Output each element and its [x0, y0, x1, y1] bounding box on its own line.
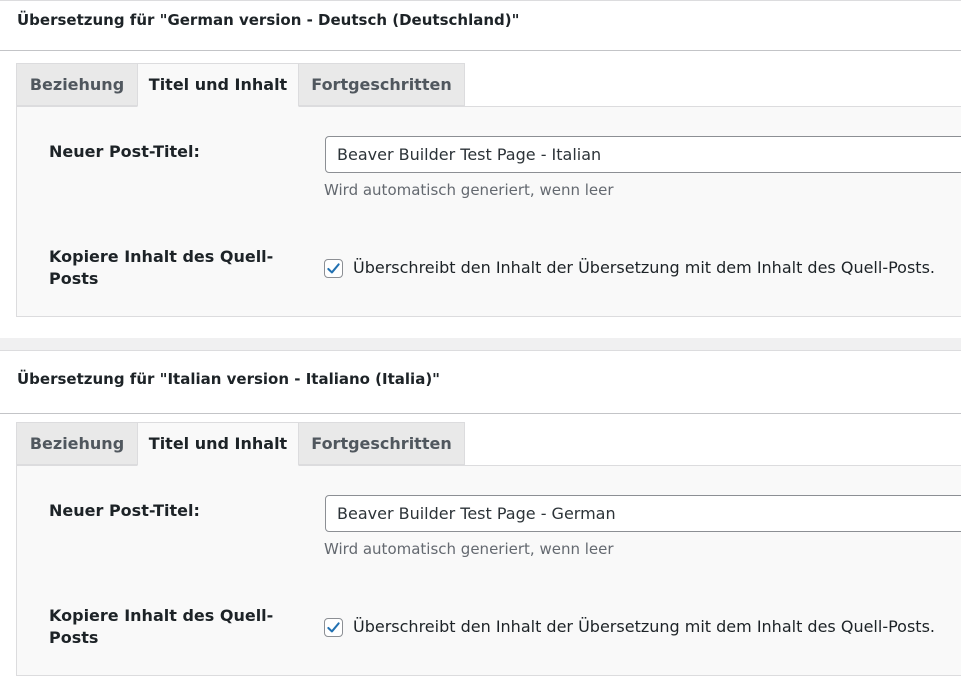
- copy-content-label: Kopiere Inhalt des Quell-Posts: [49, 606, 274, 647]
- tab-row: Beziehung Titel und Inhalt Fortgeschritt…: [16, 422, 961, 466]
- tab-beziehung[interactable]: Beziehung: [16, 63, 138, 106]
- translation-panel-german: Übersetzung für "German version - Deutsc…: [0, 0, 961, 338]
- checkmark-icon: [327, 263, 340, 274]
- post-title-hint: Wird automatisch generiert, wenn leer: [324, 181, 614, 199]
- post-title-input[interactable]: [325, 136, 961, 173]
- tab-panel-content: Neuer Post-Titel: Wird automatisch gener…: [16, 466, 961, 676]
- translation-panel-italian: Übersetzung für "Italian version - Itali…: [0, 350, 961, 676]
- copy-content-checkbox[interactable]: [324, 618, 343, 637]
- panel-title: Übersetzung für "German version - Deutsc…: [0, 1, 961, 51]
- post-title-label: Neuer Post-Titel:: [49, 501, 200, 520]
- tab-fortgeschritten[interactable]: Fortgeschritten: [298, 63, 465, 106]
- tab-row: Beziehung Titel und Inhalt Fortgeschritt…: [16, 63, 961, 107]
- post-title-label: Neuer Post-Titel:: [49, 142, 200, 161]
- tab-titel-und-inhalt[interactable]: Titel und Inhalt: [137, 422, 299, 466]
- tab-titel-und-inhalt[interactable]: Titel und Inhalt: [137, 63, 299, 107]
- copy-content-label: Kopiere Inhalt des Quell-Posts: [49, 247, 274, 288]
- tabs-container: Beziehung Titel und Inhalt Fortgeschritt…: [16, 422, 961, 676]
- tabs-container: Beziehung Titel und Inhalt Fortgeschritt…: [16, 63, 961, 317]
- panel-title: Übersetzung für "Italian version - Itali…: [0, 351, 961, 414]
- copy-content-description: Überschreibt den Inhalt der Übersetzung …: [353, 617, 935, 636]
- tab-panel-content: Neuer Post-Titel: Wird automatisch gener…: [16, 107, 961, 317]
- post-title-hint: Wird automatisch generiert, wenn leer: [324, 540, 614, 558]
- tab-beziehung[interactable]: Beziehung: [16, 422, 138, 465]
- tab-fortgeschritten[interactable]: Fortgeschritten: [298, 422, 465, 465]
- checkmark-icon: [327, 622, 340, 633]
- post-title-input[interactable]: [325, 495, 961, 532]
- copy-content-checkbox[interactable]: [324, 259, 343, 278]
- copy-content-description: Überschreibt den Inhalt der Übersetzung …: [353, 258, 935, 277]
